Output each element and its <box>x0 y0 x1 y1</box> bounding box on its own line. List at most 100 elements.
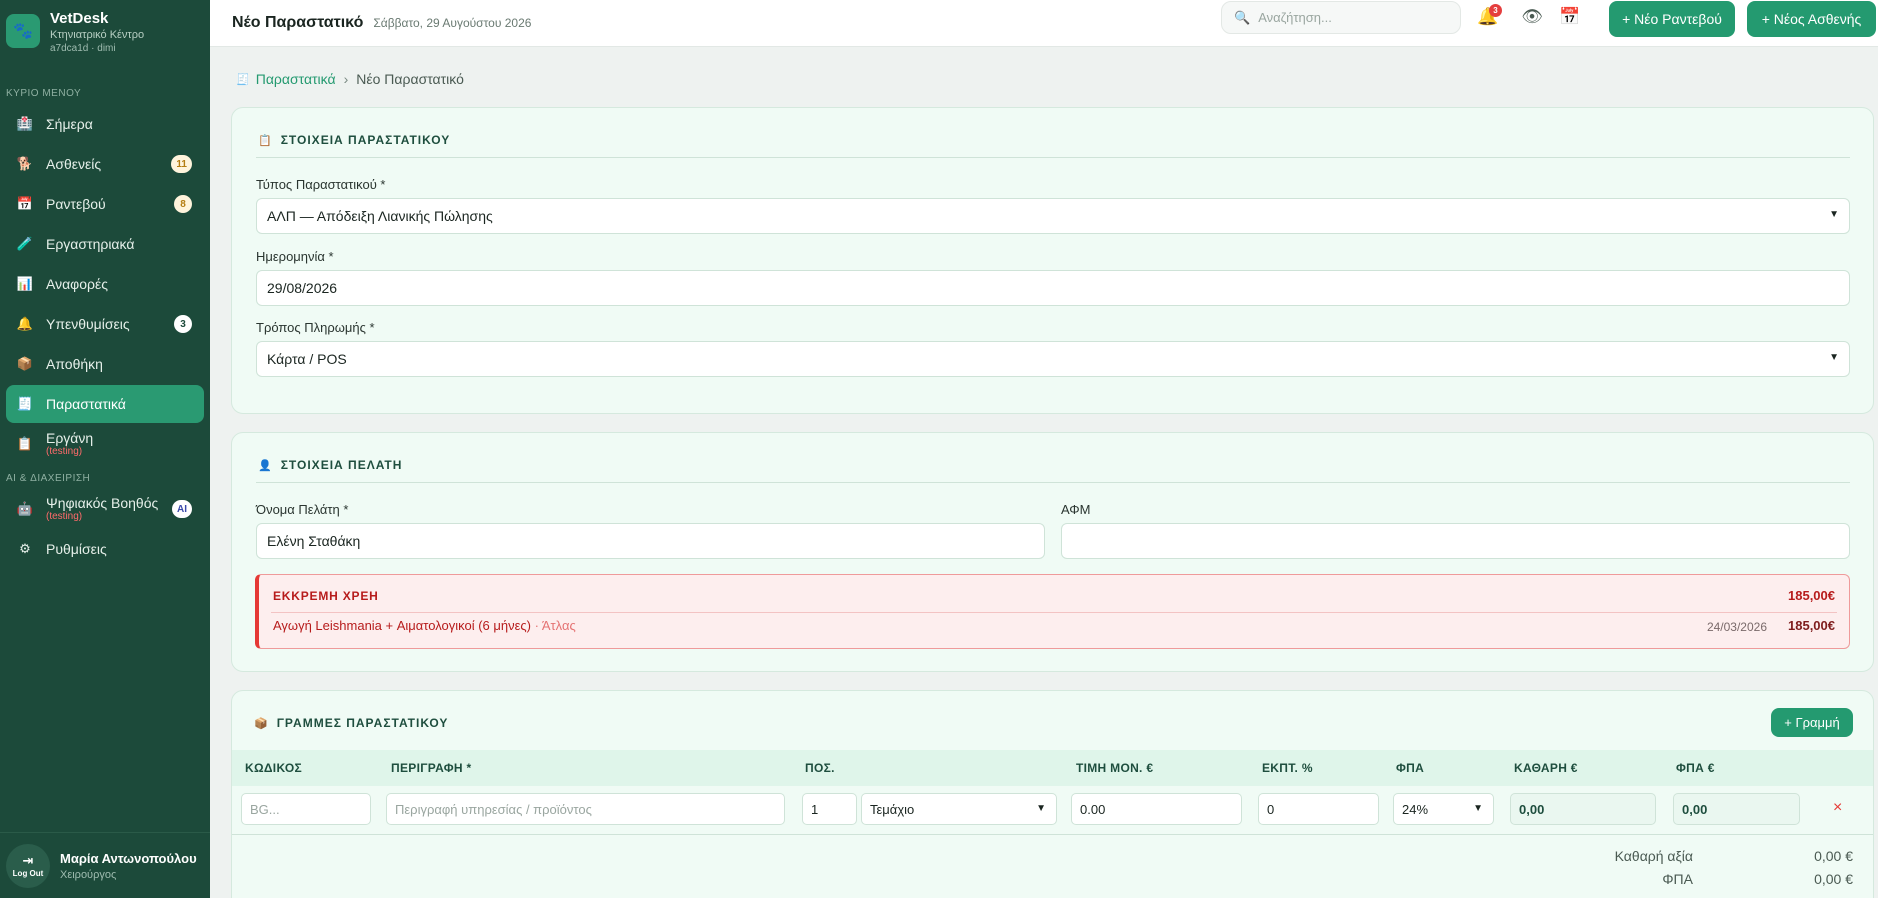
breadcrumb-separator: › <box>343 71 349 87</box>
doc-type-select[interactable]: ΑΛΠ — Απόδειξη Λιανικής Πώλησης ▼ <box>256 198 1850 234</box>
invoice-lines-card: 📦 ΓΡΑΜΜΕΣ ΠΑΡΑΣΤΑΤΙΚΟΥ + Γραμμή ΚΩΔΙΚΟΣ … <box>231 690 1874 898</box>
divider <box>232 834 1873 835</box>
net-total-value: 0,00 € <box>1814 848 1853 864</box>
gear-icon: ⚙ <box>19 541 31 556</box>
sidebar-item-ergani[interactable]: 📋 Εργάνη (testing) <box>6 425 204 463</box>
topbar: Νέο Παραστατικό Σάββατο, 29 Αυγούστου 20… <box>210 0 1878 47</box>
sidebar-item-today[interactable]: 🏥 Σήμερα <box>6 105 204 143</box>
sidebar-item-settings[interactable]: ⚙ Ρυθμίσεις <box>6 530 204 568</box>
code-placeholder: BG... <box>250 801 280 817</box>
ai-badge: AI <box>172 500 192 518</box>
date-field[interactable]: 29/08/2026 <box>256 270 1850 306</box>
user-name: Μαρία Αντωνοπούλου <box>60 850 197 866</box>
sidebar-item-inventory[interactable]: 📦 Αποθήκη <box>6 345 204 383</box>
sidebar-item-label: Παραστατικά <box>46 396 126 412</box>
logout-label: Log Out <box>12 869 44 878</box>
section-header: 👤 ΣΤΟΙΧΕΙΑ ΠΕΛΑΤΗ <box>258 458 402 472</box>
notification-badge: 3 <box>1489 4 1502 17</box>
sidebar-item-reports[interactable]: 📊 Αναφορές <box>6 265 204 303</box>
sidebar-item-label: Αναφορές <box>46 276 108 292</box>
divider <box>271 612 1837 613</box>
unit-value: Τεμάχιο <box>870 801 915 817</box>
column-header: ΠΕΡΙΓΡΑΦΗ * <box>391 761 472 775</box>
brand-meta: a7dca1d · dimi <box>50 43 116 54</box>
new-appointment-button[interactable]: + Νέο Ραντεβού <box>1609 1 1735 37</box>
debt-item[interactable]: Αγωγή Leishmania + Αιματολογικοί (6 μήνε… <box>273 618 576 633</box>
doc-type-value: ΑΛΠ — Απόδειξη Λιανικής Πώλησης <box>267 208 493 224</box>
discount-value: 0 <box>1267 801 1275 817</box>
chevron-down-icon: ▼ <box>1829 352 1839 363</box>
logout-icon: ⇥ <box>22 853 34 868</box>
eye-icon[interactable]: 👁 <box>1520 7 1544 27</box>
afm-field[interactable] <box>1061 523 1850 559</box>
calendar-icon[interactable]: 📅 <box>1558 7 1582 27</box>
sidebar-item-labs[interactable]: 🧪 Εργαστηριακά <box>6 225 204 263</box>
add-line-button[interactable]: + Γραμμή <box>1771 708 1853 737</box>
logout-button[interactable]: ⇥ Log Out <box>6 843 50 888</box>
search-placeholder: Αναζήτηση... <box>1258 10 1332 25</box>
payment-select[interactable]: Κάρτα / POS ▼ <box>256 341 1850 377</box>
sidebar-item-assistant[interactable]: 🤖 Ψηφιακός Βοηθός (testing) AI <box>6 490 204 528</box>
quantity-input[interactable]: 1 <box>802 793 857 825</box>
description-placeholder: Περιγραφή υπηρεσίας / προϊόντος <box>395 801 592 817</box>
nav-section-main: ΚΥΡΙΟ ΜΕΝΟΥ <box>6 88 82 99</box>
column-header: ΚΩΔΙΚΟΣ <box>245 761 302 775</box>
client-name-field[interactable]: Ελένη Σταθάκη <box>256 523 1045 559</box>
sidebar-item-reminders[interactable]: 🔔 Υπενθυμίσεις 3 <box>6 305 204 343</box>
count-badge: 3 <box>174 315 192 333</box>
sidebar-item-label: Ραντεβού <box>46 196 106 212</box>
paw-logo-icon: 🐾 <box>6 14 40 48</box>
debt-pet: · Άτλας <box>531 618 576 633</box>
code-input[interactable]: BG... <box>241 793 371 825</box>
person-icon: 👤 <box>258 459 273 472</box>
client-name-value: Ελένη Σταθάκη <box>267 533 361 549</box>
date-label: Ημερομηνία * <box>256 249 334 264</box>
table-header: ΚΩΔΙΚΟΣ ΠΕΡΙΓΡΑΦΗ * ΠΟΣ. ΤΙΜΗ ΜΟΝ. € ΕΚΠ… <box>232 750 1873 786</box>
sidebar-item-invoices[interactable]: 🧾 Παραστατικά <box>6 385 204 423</box>
bar-chart-icon: 📊 <box>16 276 34 291</box>
user-box: ⇥ Log Out Μαρία Αντωνοπούλου Χειρούργος <box>0 832 210 898</box>
column-header: ΕΚΠΤ. % <box>1262 761 1313 775</box>
notifications-button[interactable]: 🔔 3 <box>1476 4 1502 27</box>
debt-date: 24/03/2026 <box>1706 620 1767 634</box>
sidebar-item-label: Σήμερα <box>46 116 93 132</box>
column-header: ΠΟΣ. <box>805 761 835 775</box>
description-input[interactable]: Περιγραφή υπηρεσίας / προϊόντος <box>386 793 785 825</box>
net-amount-field: 0,00 <box>1510 793 1656 825</box>
quantity-value: 1 <box>811 801 819 817</box>
afm-label: ΑΦΜ <box>1061 502 1091 517</box>
section-title: ΣΤΟΙΧΕΙΑ ΠΕΛΑΤΗ <box>280 458 403 472</box>
chevron-down-icon: ▼ <box>1829 209 1839 220</box>
column-header: ΦΠΑ € <box>1676 761 1715 775</box>
unit-price-input[interactable]: 0.00 <box>1071 793 1242 825</box>
breadcrumb-link-invoices[interactable]: Παραστατικά <box>256 71 336 87</box>
debt-amount: 185,00€ <box>1788 618 1835 633</box>
hospital-icon: 🏥 <box>16 116 34 131</box>
divider <box>256 157 1850 158</box>
delete-line-icon[interactable]: × <box>1833 799 1842 817</box>
bell-icon: 🔔 <box>16 316 34 331</box>
breadcrumb: 🧾 Παραστατικά › Νέο Παραστατικό <box>236 71 464 87</box>
testing-note: (testing) <box>46 446 83 458</box>
dog-icon: 🐕 <box>16 156 34 171</box>
unit-price-value: 0.00 <box>1080 801 1106 817</box>
pending-debts-box: ΕΚΚΡΕΜΗ ΧΡΕΗ 185,00€ Αγωγή Leishmania + … <box>255 574 1850 649</box>
vat-select[interactable]: 24% ▼ <box>1393 793 1494 825</box>
vat-total-label: ΦΠΑ <box>1662 871 1693 887</box>
section-title: ΣΤΟΙΧΕΙΑ ΠΑΡΑΣΤΑΤΙΚΟΥ <box>280 133 451 147</box>
sidebar-item-label: Εργαστηριακά <box>46 236 135 252</box>
discount-input[interactable]: 0 <box>1258 793 1379 825</box>
debt-description: Αγωγή Leishmania + Αιματολογικοί (6 μήνε… <box>273 618 532 633</box>
net-amount-value: 0,00 <box>1519 801 1545 817</box>
sidebar-item-label: Ψηφιακός Βοηθός <box>46 494 159 511</box>
new-patient-button[interactable]: + Νέος Ασθενής <box>1747 1 1876 37</box>
search-input[interactable]: 🔍 Αναζήτηση... <box>1221 1 1461 34</box>
page-title: Νέο Παραστατικό <box>232 14 364 31</box>
vat-value: 24% <box>1402 801 1429 817</box>
chevron-down-icon: ▼ <box>1036 803 1046 814</box>
sidebar-item-patients[interactable]: 🐕 Ασθενείς 11 <box>6 145 204 183</box>
vat-amount-value: 0,00 <box>1682 801 1708 817</box>
divider <box>256 482 1850 483</box>
sidebar-item-appointments[interactable]: 📅 Ραντεβού 8 <box>6 185 204 223</box>
unit-select[interactable]: Τεμάχιο ▼ <box>861 793 1057 825</box>
